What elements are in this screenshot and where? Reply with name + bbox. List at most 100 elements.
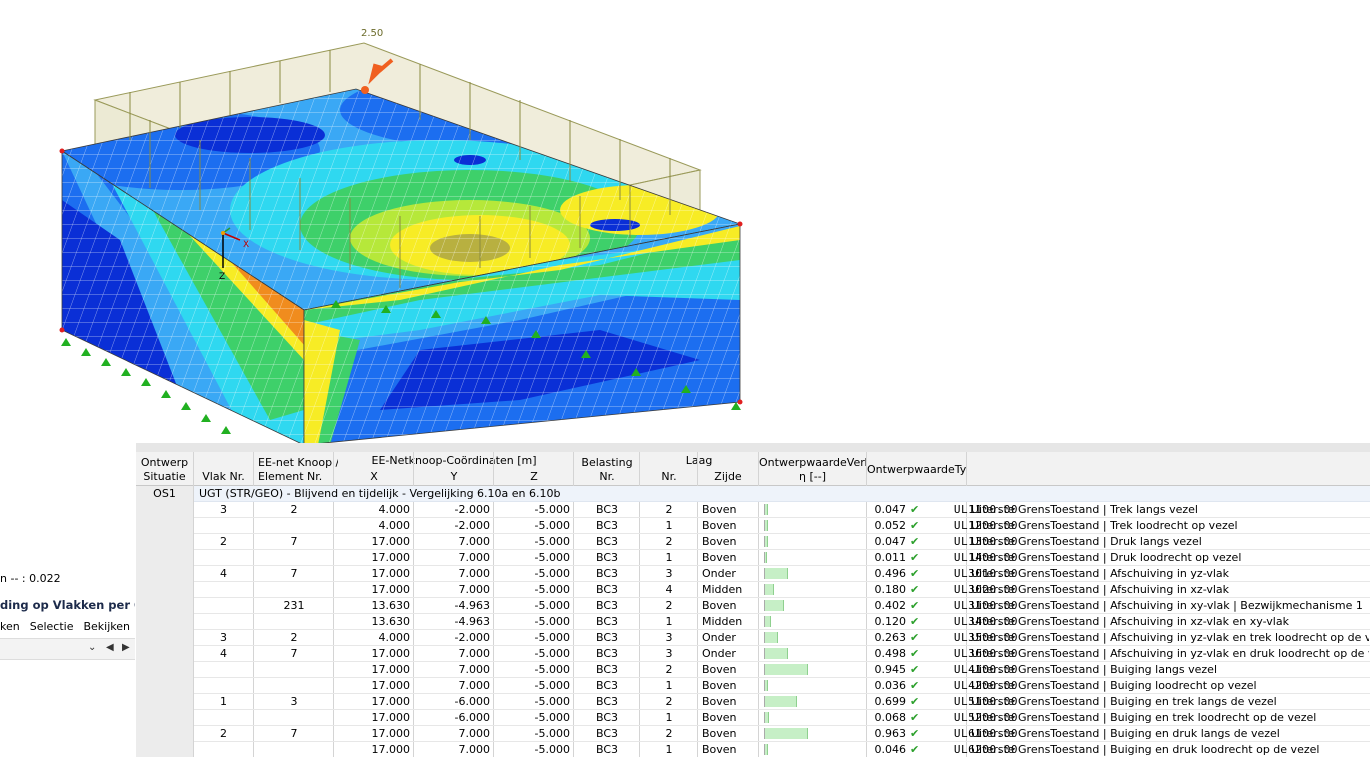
table-row[interactable]: 17.000 7.000 -5.000 BC3 4 Midden 0.180 UL3020.0… (194, 582, 1370, 598)
cell-eta: 0.052 (874, 519, 907, 532)
header-situatie-bot[interactable]: Situatie (136, 470, 193, 484)
cell-vlak (194, 518, 253, 533)
table-row[interactable]: 3 2 4.000 -2.000 -5.000 BC3 2 Boven 0.047 UL1100.… (194, 502, 1370, 518)
cell-eta: 0.047 (874, 535, 907, 548)
results-panel-menu: ken Selectie Bekijken (0, 620, 135, 636)
menu-item-bekijken[interactable]: Bekijken (83, 620, 130, 636)
cell-eta: 0.496 (874, 567, 907, 580)
results-selector-combo[interactable]: ⌄ ◀ ▶ (0, 638, 135, 660)
cell-zijde: Boven (702, 551, 737, 564)
cell-laag: 1 (665, 711, 673, 724)
cell-knoop (254, 550, 334, 565)
ratio-bar (765, 504, 768, 515)
table-row[interactable]: 13.630 -4.963 -5.000 BC3 1 Midden 0.120 UL3400.… (194, 614, 1370, 630)
cell-bel: BC3 (595, 551, 619, 564)
cell-knoop (254, 662, 334, 677)
header-laag-nr[interactable]: Nr. (640, 470, 698, 484)
ratio-bar (765, 520, 768, 531)
table-row[interactable]: 4 7 17.000 7.000 -5.000 BC3 3 Onder 0.496 UL3010.… (194, 566, 1370, 582)
model-viewport[interactable]: 2.50 X Z (0, 0, 1370, 445)
cell-bel: BC3 (595, 615, 619, 628)
menu-item-selectie[interactable]: Selectie (30, 620, 74, 636)
cell-laag: 1 (665, 519, 673, 532)
header-x[interactable]: X (334, 470, 414, 484)
cell-laag: 4 (665, 583, 673, 596)
cell-zijde: Onder (702, 567, 736, 580)
cell-eta: 0.068 (874, 711, 907, 724)
table-row[interactable]: 17.000 -6.000 -5.000 BC3 1 Boven 0.068 UL5200.0… (194, 710, 1370, 726)
cell-y: -4.963 (454, 599, 490, 612)
header-knoop-top[interactable]: EE-net Knoop / (254, 456, 338, 470)
ratio-bar (765, 552, 767, 563)
cell-eta: 0.036 (874, 679, 907, 692)
cell-z: -5.000 (534, 567, 570, 580)
header-z[interactable]: Z (494, 470, 574, 484)
cell-desc: Uiterste GrensToestand | Afschuiving in … (971, 631, 1369, 644)
cell-vlak (194, 550, 253, 565)
cell-eta: 0.945 (874, 663, 907, 676)
group-row-label[interactable]: UGT (STR/GEO) - Blijvend en tijdelijk - … (194, 486, 1370, 502)
header-belasting-top[interactable]: Belasting (574, 456, 640, 470)
header-verhouding-top[interactable]: OntwerpwaardeVerh (759, 456, 866, 470)
check-icon: ✔ (910, 695, 920, 708)
cell-z: -5.000 (534, 519, 570, 532)
header-laag-group[interactable]: Laag (640, 454, 758, 468)
ratio-bar-track (764, 744, 809, 755)
table-row[interactable]: 17.000 7.000 -5.000 BC3 2 Boven 0.945 UL4100.00… (194, 662, 1370, 678)
cell-laag: 1 (665, 679, 673, 692)
cell-vlak: 3 (220, 503, 227, 516)
header-type[interactable]: OntwerpwaardeTy (867, 463, 966, 477)
cell-knoop (254, 742, 334, 757)
cell-laag: 3 (665, 647, 673, 660)
table-row[interactable]: 4.000 -2.000 -5.000 BC3 1 Boven 0.052 UL1200.00… (194, 518, 1370, 534)
check-icon: ✔ (910, 743, 920, 756)
chevron-down-icon[interactable]: ⌄ (88, 642, 96, 653)
ratio-bar (765, 744, 768, 755)
cell-zijde: Onder (702, 647, 736, 660)
header-belasting-bot[interactable]: Nr. (574, 470, 640, 484)
previous-arrow-icon[interactable]: ◀ (106, 642, 114, 653)
header-zijde[interactable]: Zijde (698, 470, 758, 484)
menu-item-bewerken[interactable]: ken (0, 620, 20, 636)
header-situatie-top[interactable]: Ontwerp (136, 456, 193, 470)
cell-z: -5.000 (534, 663, 570, 676)
ratio-bar-track (764, 712, 809, 723)
axis-x-label: X (243, 240, 250, 250)
cell-knoop (254, 582, 334, 597)
cell-knoop (254, 678, 334, 693)
cell-zijde: Boven (702, 695, 737, 708)
cell-y: 7.000 (458, 583, 491, 596)
ratio-bar (765, 536, 768, 547)
table-row[interactable]: 231 13.630 -4.963 -5.000 BC3 2 Boven 0.402 UL310… (194, 598, 1370, 614)
table-row[interactable]: 17.000 7.000 -5.000 BC3 1 Boven 0.011 UL1400.00… (194, 550, 1370, 566)
fe-model-render[interactable] (0, 0, 1370, 445)
cell-x: 17.000 (371, 711, 411, 724)
results-table[interactable]: Ontwerp Situatie Vlak Nr. EE-net Knoop /… (136, 443, 1370, 757)
table-row[interactable]: 3 2 4.000 -2.000 -5.000 BC3 3 Onder 0.263 UL3500.… (194, 630, 1370, 646)
header-coord-group[interactable]: EE-Netknoop-Coördinaten [m] (334, 454, 574, 468)
header-y[interactable]: Y (414, 470, 494, 484)
table-row[interactable]: 4 7 17.000 7.000 -5.000 BC3 3 Onder 0.498 UL3600.… (194, 646, 1370, 662)
table-row[interactable]: 17.000 7.000 -5.000 BC3 1 Boven 0.046 UL6200.00… (194, 742, 1370, 757)
table-row[interactable]: 1 3 17.000 -6.000 -5.000 BC3 2 Boven 0.699 UL5100… (194, 694, 1370, 710)
next-arrow-icon[interactable]: ▶ (122, 642, 130, 653)
header-verhouding-bot[interactable]: η [--] (759, 470, 866, 484)
cell-zijde: Boven (702, 711, 737, 724)
cell-vlak (194, 614, 253, 629)
cell-knoop: 7 (290, 647, 298, 660)
table-row[interactable]: 2 7 17.000 7.000 -5.000 BC3 2 Boven 0.047 UL1300.… (194, 534, 1370, 550)
cell-bel: BC3 (595, 743, 619, 756)
cell-z: -5.000 (534, 743, 570, 756)
cell-vlak (194, 742, 253, 757)
ratio-bar-track (764, 680, 809, 691)
check-icon: ✔ (910, 551, 920, 564)
cell-zijde: Boven (702, 599, 737, 612)
situation-value[interactable]: OS1 (136, 486, 193, 502)
cell-y: 7.000 (458, 663, 491, 676)
table-row[interactable]: 2 7 17.000 7.000 -5.000 BC3 2 Boven 0.963 UL6100.… (194, 726, 1370, 742)
header-knoop-bot[interactable]: Element Nr. (254, 470, 338, 484)
cell-laag: 2 (665, 695, 673, 708)
cell-bel: BC3 (595, 695, 619, 708)
table-row[interactable]: 17.000 7.000 -5.000 BC3 1 Boven 0.036 UL4200.00… (194, 678, 1370, 694)
header-vlak[interactable]: Vlak Nr. (194, 470, 253, 484)
